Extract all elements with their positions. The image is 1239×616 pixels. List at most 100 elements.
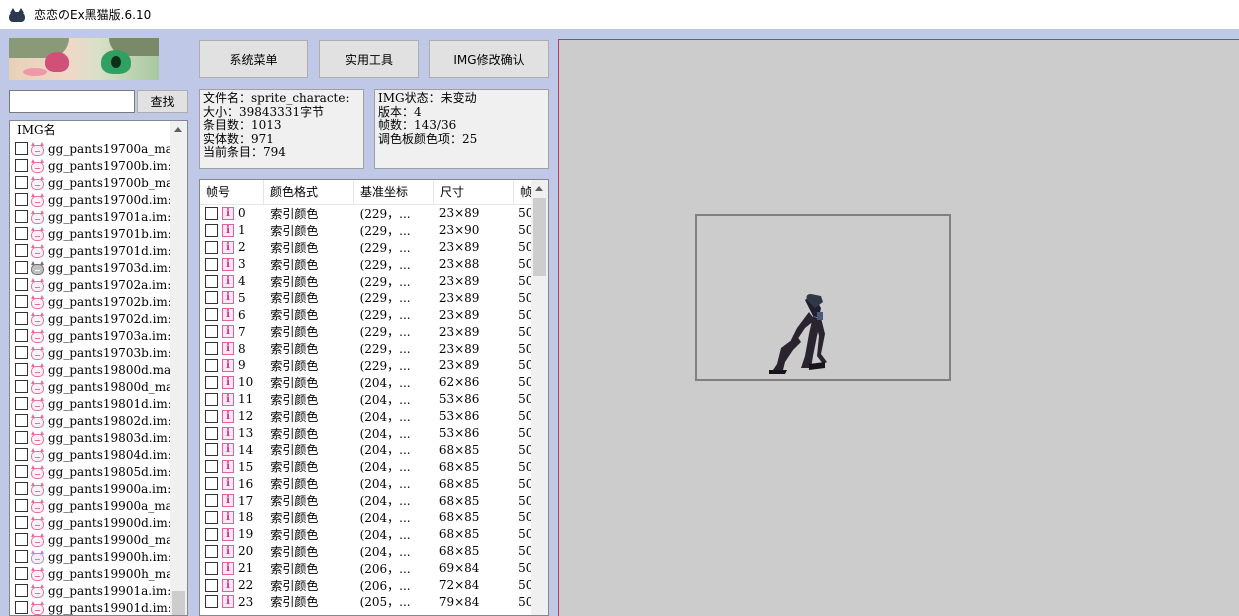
- img-item-checkbox[interactable]: [15, 295, 28, 308]
- img-list[interactable]: IMG名 gg_pants19700a_ma: gg_pants19700b.im…: [9, 120, 188, 616]
- search-input[interactable]: [9, 90, 135, 113]
- frame-checkbox[interactable]: [205, 257, 218, 271]
- img-list-item[interactable]: gg_pants19702d.im:: [10, 310, 172, 327]
- frame-table-row[interactable]: i 10 索引颜色 (204，... 62×86 50: [200, 374, 531, 391]
- frame-checkbox[interactable]: [205, 223, 218, 237]
- img-item-checkbox[interactable]: [15, 482, 28, 495]
- img-item-checkbox[interactable]: [15, 244, 28, 257]
- frame-checkbox[interactable]: [205, 494, 218, 508]
- frame-checkbox[interactable]: [205, 291, 218, 305]
- search-button[interactable]: 查找: [137, 90, 188, 113]
- column-header-base-coord[interactable]: 基准坐标: [354, 180, 434, 205]
- frame-checkbox[interactable]: [205, 561, 218, 575]
- system-menu-button[interactable]: 系统菜单: [199, 40, 308, 78]
- img-list-item[interactable]: gg_pants19900a_ma:: [10, 497, 172, 514]
- frame-table-row[interactable]: i 16 索引颜色 (204，... 68×85 50: [200, 475, 531, 492]
- frame-table-scrollbar[interactable]: [531, 180, 548, 615]
- frame-table-row[interactable]: i2 索引颜色 (229，... 23×89 50: [200, 239, 531, 256]
- img-item-checkbox[interactable]: [15, 584, 28, 597]
- img-item-checkbox[interactable]: [15, 516, 28, 529]
- frame-table-row[interactable]: i1 索引颜色 (229，... 23×90 50: [200, 222, 531, 239]
- frame-table-row[interactable]: i0 索引颜色 (229，... 23×89 50: [200, 205, 531, 222]
- frame-table-row[interactable]: i 18 索引颜色 (204，... 68×85 50: [200, 509, 531, 526]
- frame-checkbox[interactable]: [205, 527, 218, 541]
- img-list-item[interactable]: gg_pants19700b_ma:: [10, 174, 172, 191]
- frame-checkbox[interactable]: [205, 274, 218, 288]
- img-item-checkbox[interactable]: [15, 448, 28, 461]
- img-list-item[interactable]: gg_pants19703b.im:: [10, 344, 172, 361]
- img-item-checkbox[interactable]: [15, 278, 28, 291]
- img-list-item[interactable]: gg_pants19702b.im:: [10, 293, 172, 310]
- img-list-item[interactable]: gg_pants19900a.im:: [10, 480, 172, 497]
- scroll-up-arrow-icon[interactable]: [535, 186, 543, 191]
- column-header-frame-no[interactable]: 帧号: [200, 180, 264, 205]
- img-confirm-button[interactable]: IMG修改确认: [429, 40, 549, 78]
- img-list-header[interactable]: IMG名: [10, 121, 187, 140]
- frame-table-row[interactable]: i 12 索引颜色 (204，... 53×86 50: [200, 408, 531, 425]
- img-list-item[interactable]: gg_pants19701d.im:: [10, 242, 172, 259]
- img-item-checkbox[interactable]: [15, 142, 28, 155]
- frame-checkbox[interactable]: [205, 460, 218, 474]
- img-item-checkbox[interactable]: [15, 499, 28, 512]
- img-item-checkbox[interactable]: [15, 397, 28, 410]
- img-list-item[interactable]: gg_pants19700d.im:: [10, 191, 172, 208]
- tools-button[interactable]: 实用工具: [319, 40, 419, 78]
- frame-table-row[interactable]: i9 索引颜色 (229，... 23×89 50: [200, 357, 531, 374]
- frame-checkbox[interactable]: [205, 206, 218, 220]
- img-item-checkbox[interactable]: [15, 601, 28, 614]
- img-list-item[interactable]: gg_pants19803d.im:: [10, 429, 172, 446]
- img-list-item[interactable]: gg_pants19800d.ma:: [10, 361, 172, 378]
- frame-table-row[interactable]: i 21 索引颜色 (206，... 69×84 50: [200, 560, 531, 577]
- img-list-item[interactable]: gg_pants19800d_ma:: [10, 378, 172, 395]
- img-list-item[interactable]: gg_pants19900h.im:: [10, 548, 172, 565]
- img-item-checkbox[interactable]: [15, 159, 28, 172]
- img-list-item[interactable]: gg_pants19900d_ma:: [10, 531, 172, 548]
- img-list-item[interactable]: gg_pants19900d.im:: [10, 514, 172, 531]
- img-item-checkbox[interactable]: [15, 380, 28, 393]
- scroll-thumb[interactable]: [172, 591, 185, 615]
- img-item-checkbox[interactable]: [15, 465, 28, 478]
- img-list-item[interactable]: gg_pants19802d.im:: [10, 412, 172, 429]
- sprite-preview-canvas[interactable]: [558, 39, 1239, 616]
- frame-table-row[interactable]: i 14 索引颜色 (204，... 68×85 50: [200, 441, 531, 458]
- img-list-item[interactable]: gg_pants19701a.im:: [10, 208, 172, 225]
- img-item-checkbox[interactable]: [15, 363, 28, 376]
- frame-checkbox[interactable]: [205, 308, 218, 322]
- frame-checkbox[interactable]: [205, 342, 218, 356]
- frame-table-row[interactable]: i4 索引颜色 (229，... 23×89 50: [200, 273, 531, 290]
- img-item-checkbox[interactable]: [15, 312, 28, 325]
- frame-table-row[interactable]: i 17 索引颜色 (204，... 68×85 50: [200, 492, 531, 509]
- img-item-checkbox[interactable]: [15, 176, 28, 189]
- frame-checkbox[interactable]: [205, 392, 218, 406]
- img-item-checkbox[interactable]: [15, 193, 28, 206]
- frame-table-row[interactable]: i 20 索引颜色 (204，... 68×85 50: [200, 543, 531, 560]
- frame-table-row[interactable]: i 19 索引颜色 (204，... 68×85 50: [200, 526, 531, 543]
- frame-checkbox[interactable]: [205, 578, 218, 592]
- img-list-item[interactable]: gg_pants19804d.im:: [10, 446, 172, 463]
- frame-checkbox[interactable]: [205, 477, 218, 491]
- frame-checkbox[interactable]: [205, 510, 218, 524]
- img-list-item[interactable]: gg_pants19700a_ma:: [10, 140, 172, 157]
- frame-table[interactable]: 帧号 颜色格式 基准坐标 尺寸 帧 i0索引颜色(229，...23×8950i…: [199, 179, 549, 616]
- frame-checkbox[interactable]: [205, 358, 218, 372]
- frame-table-row[interactable]: i 13 索引颜色 (204，... 53×86 50: [200, 425, 531, 442]
- frame-table-row[interactable]: i5 索引颜色 (229，... 23×89 50: [200, 289, 531, 306]
- frame-checkbox[interactable]: [205, 240, 218, 254]
- column-header-size[interactable]: 尺寸: [434, 180, 514, 205]
- frame-table-row[interactable]: i 11 索引颜色 (204，... 53×86 50: [200, 391, 531, 408]
- frame-table-row[interactable]: i 23 索引颜色 (205，... 79×84 50: [200, 593, 531, 610]
- img-list-item[interactable]: gg_pants19701b.im:: [10, 225, 172, 242]
- img-item-checkbox[interactable]: [15, 261, 28, 274]
- frame-checkbox[interactable]: [205, 325, 218, 339]
- img-item-checkbox[interactable]: [15, 227, 28, 240]
- frame-table-row[interactable]: i 15 索引颜色 (204，... 68×85 50: [200, 458, 531, 475]
- img-list-item[interactable]: gg_pants19703d.im:: [10, 259, 172, 276]
- column-header-color-format[interactable]: 颜色格式: [264, 180, 354, 205]
- frame-checkbox[interactable]: [205, 375, 218, 389]
- img-item-checkbox[interactable]: [15, 210, 28, 223]
- frame-table-row[interactable]: i8 索引颜色 (229，... 23×89 50: [200, 340, 531, 357]
- frame-table-row[interactable]: i7 索引颜色 (229，... 23×89 50: [200, 323, 531, 340]
- frame-table-row[interactable]: i6 索引颜色 (229，... 23×89 50: [200, 306, 531, 323]
- img-item-checkbox[interactable]: [15, 414, 28, 427]
- frame-checkbox[interactable]: [205, 426, 218, 440]
